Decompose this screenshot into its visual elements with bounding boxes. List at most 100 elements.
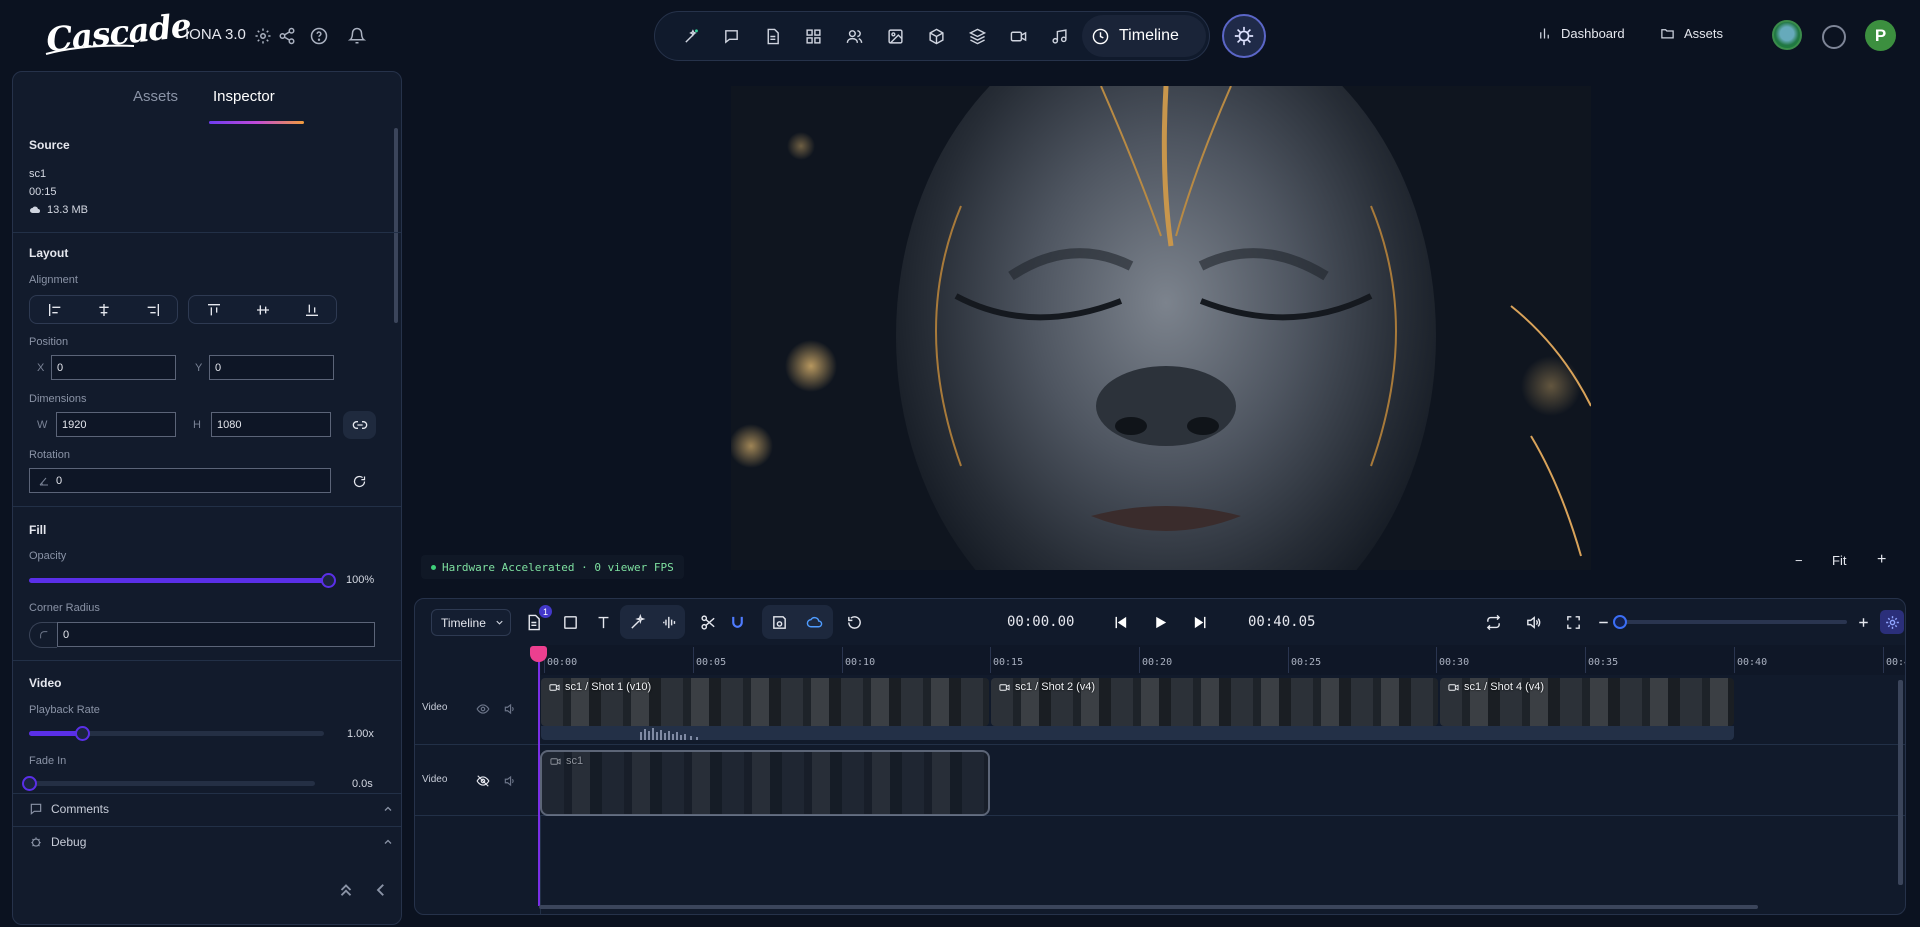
save-version-icon[interactable] [767, 610, 791, 634]
rotation-field-wrap[interactable]: 0 [29, 468, 331, 493]
link-aspect-icon[interactable] [343, 411, 376, 439]
fade-in-handle[interactable] [22, 776, 37, 791]
video-camera-icon[interactable] [1006, 24, 1030, 48]
timeline-zoom-slider[interactable] [1613, 615, 1847, 629]
height-field[interactable]: 1080 [211, 412, 331, 437]
timeline-mode-select[interactable]: Timeline [431, 609, 511, 636]
playhead-handle[interactable] [530, 646, 547, 662]
tab-assets[interactable]: Assets [133, 88, 178, 105]
timeline-clip[interactable]: sc1 / Shot 2 (v4) [991, 678, 1438, 726]
eye-off-icon[interactable] [476, 774, 490, 788]
zoom-out-button[interactable]: − [1795, 553, 1803, 568]
speaker-icon[interactable] [503, 702, 517, 716]
vertical-alignment-group [188, 295, 337, 324]
debug-toggle[interactable]: Debug [29, 835, 394, 849]
zoom-in-button[interactable]: + [1877, 551, 1886, 569]
skip-back-icon[interactable] [1108, 610, 1132, 634]
notifications-bell-icon[interactable] [346, 25, 368, 47]
settings-icon[interactable] [252, 25, 274, 47]
collapse-panel-icon[interactable] [370, 879, 392, 901]
scissors-icon[interactable] [696, 610, 720, 634]
playback-rate-slider[interactable] [29, 726, 324, 741]
corner-radius-field[interactable]: 0 [57, 622, 375, 647]
magic-wand-icon[interactable] [679, 24, 703, 48]
align-center-horizontal-icon[interactable] [92, 298, 116, 322]
divider [13, 232, 401, 233]
snap-settings-icon[interactable] [1880, 610, 1904, 634]
timeline-zoom-in-icon[interactable] [1851, 610, 1875, 634]
eye-icon[interactable] [476, 702, 490, 716]
comments-toggle[interactable]: Comments [29, 802, 394, 816]
audio-waveform-strip[interactable] [541, 726, 1734, 740]
nav-dashboard-link[interactable]: Dashboard [1537, 26, 1625, 41]
align-top-icon[interactable] [202, 298, 226, 322]
clip-label-row: sc1 / Shot 2 (v4) [999, 681, 1095, 693]
timeline-vertical-scrollbar[interactable] [1898, 680, 1903, 885]
cloud-sync-icon[interactable] [802, 610, 826, 634]
bug-icon [31, 837, 41, 847]
user-avatar[interactable]: P [1865, 20, 1896, 51]
share-icon[interactable] [276, 25, 298, 47]
document-icon[interactable] [760, 24, 784, 48]
timeline-clip[interactable]: sc1 / Shot 1 (v10) [541, 678, 989, 726]
volume-icon[interactable] [1521, 610, 1545, 634]
tab-inspector[interactable]: Inspector [213, 88, 275, 105]
align-bottom-icon[interactable] [300, 298, 324, 322]
users-icon[interactable] [842, 24, 866, 48]
speaker-icon[interactable] [503, 774, 517, 788]
timeline-zoom-out-icon[interactable] [1591, 610, 1615, 634]
source-size-row: 13.3 MB [29, 204, 88, 216]
undo-icon[interactable] [842, 610, 866, 634]
cube-icon[interactable] [924, 24, 948, 48]
grid-icon[interactable] [801, 24, 825, 48]
audio-waveform-icon[interactable] [657, 610, 681, 634]
timeline-mode-button[interactable]: Timeline [1082, 15, 1206, 57]
effects-sparkle-icon[interactable] [625, 610, 649, 634]
play-icon[interactable] [1148, 610, 1172, 634]
fullscreen-icon[interactable] [1561, 610, 1585, 634]
playback-rate-handle[interactable] [75, 726, 90, 741]
timeline-horizontal-scrollbar[interactable] [539, 905, 1758, 909]
opacity-slider-handle[interactable] [321, 573, 336, 588]
loop-icon[interactable] [1481, 610, 1505, 634]
help-icon[interactable] [308, 25, 330, 47]
top-bar: Cascade IONA 3.0 Timeline Dashboard Asse… [0, 0, 1920, 70]
timeline-ruler[interactable]: 00:00 00:05 00:10 00:15 00:20 00:25 00:3… [541, 645, 1905, 675]
chat-bubble-icon[interactable] [719, 24, 743, 48]
layers-icon[interactable] [965, 24, 989, 48]
project-name[interactable]: IONA 3.0 [185, 26, 246, 43]
track-header-video-2[interactable]: Video [415, 746, 541, 816]
align-right-icon[interactable] [141, 298, 165, 322]
opacity-slider[interactable] [29, 573, 336, 588]
skip-forward-icon[interactable] [1188, 610, 1212, 634]
ai-assistant-button[interactable] [1222, 14, 1266, 58]
clip-label-row: sc1 [550, 755, 583, 767]
inspector-panel: Assets Inspector Source sc1 00:15 13.3 M… [12, 71, 402, 925]
h-prefix: H [193, 419, 201, 431]
collapse-up-icon[interactable] [335, 879, 357, 901]
position-y-field[interactable]: 0 [209, 355, 334, 380]
palette-icon[interactable] [1822, 25, 1846, 49]
magnet-snap-icon[interactable] [725, 610, 749, 634]
track-header-video-1[interactable]: Video [415, 675, 541, 745]
timeline-zoom-handle[interactable] [1613, 615, 1627, 629]
image-icon[interactable] [883, 24, 907, 48]
fade-in-slider[interactable] [22, 776, 315, 791]
align-middle-vertical-icon[interactable] [251, 298, 275, 322]
timeline-clip[interactable]: sc1 / Shot 4 (v4) [1440, 678, 1734, 726]
reset-rotation-icon[interactable] [343, 467, 376, 495]
width-field[interactable]: 1920 [56, 412, 176, 437]
ruler-tick: 00:35 [1584, 647, 1619, 673]
text-tool-icon[interactable] [591, 610, 615, 634]
align-left-icon[interactable] [43, 298, 67, 322]
playhead-line[interactable] [538, 646, 540, 906]
zoom-fit-button[interactable]: Fit [1832, 553, 1846, 568]
nav-assets-link[interactable]: Assets [1660, 26, 1723, 41]
position-x-field[interactable]: 0 [51, 355, 176, 380]
timeline-clip-hidden[interactable]: sc1 [540, 750, 990, 816]
music-note-icon[interactable] [1047, 24, 1071, 48]
video-preview[interactable] [731, 86, 1591, 570]
panel-scrollbar[interactable] [394, 128, 398, 323]
rectangle-tool-icon[interactable] [558, 610, 582, 634]
collaborator-avatar[interactable] [1772, 20, 1802, 50]
